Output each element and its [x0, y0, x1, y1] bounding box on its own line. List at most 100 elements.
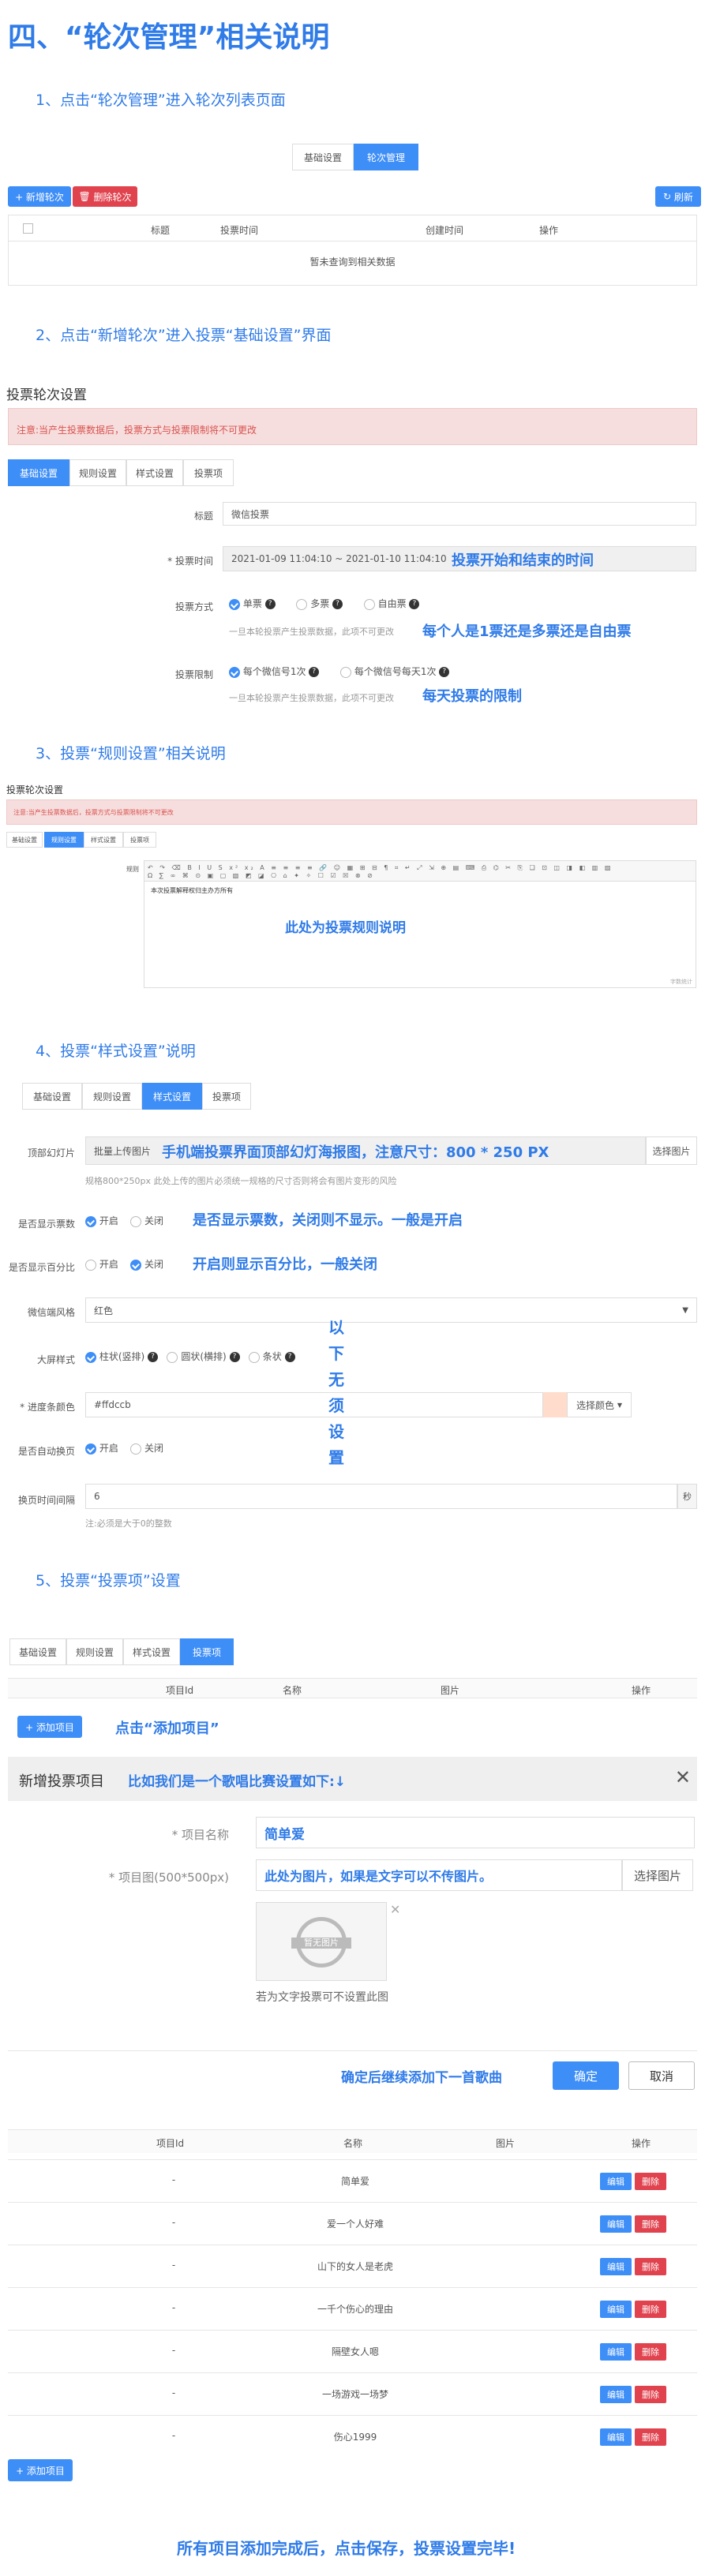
item-id: - [171, 2345, 176, 2356]
settings-title: 投票轮次设置 [6, 784, 64, 796]
interval-label: 换页时间间隔 [17, 1495, 75, 1506]
tab-rounds[interactable]: 轮次管理 [354, 144, 418, 170]
radio-on[interactable] [85, 1443, 96, 1455]
radio-once[interactable] [229, 666, 240, 678]
item-image-input[interactable]: 此处为图片，如果是文字可以不传图片。 [256, 1859, 622, 1891]
bar-color-label: * 进度条颜色 [20, 1402, 75, 1413]
tab-items[interactable]: 投票项 [202, 1083, 251, 1110]
delete-button[interactable]: 删除 [635, 2386, 666, 2403]
tab-basic[interactable]: 基础设置 [8, 459, 69, 486]
tab-items[interactable]: 投票项 [180, 1638, 234, 1665]
radio-daily[interactable] [340, 666, 351, 678]
remove-image-icon[interactable]: ✕ [390, 1902, 400, 1917]
radio-off[interactable] [130, 1259, 142, 1271]
radio-on[interactable] [85, 1259, 96, 1271]
editor-toolbar[interactable]: ↶ ↷ ⌫ B I U S x² x₂ A ≡ ≡ ≡ ≡ 🔗 ☺ ▦ ⊞ ⊟ … [144, 861, 696, 882]
mode-options: 单票 ? 多票 ? 自由票 ? [229, 597, 420, 610]
item-image-label: * 项目图(500*500px) [108, 1870, 229, 1885]
refresh-button[interactable]: ↻ 刷新 [655, 186, 701, 207]
delete-button[interactable]: 删除 [635, 2258, 666, 2275]
radio-single[interactable] [229, 598, 240, 610]
edit-button[interactable]: 编辑 [600, 2343, 632, 2361]
tab-style[interactable]: 样式设置 [126, 459, 183, 486]
tab-rules[interactable]: 规则设置 [44, 832, 84, 848]
option-label: 条状 [262, 1351, 282, 1362]
select-color-label: 选择颜色 [576, 1399, 615, 1411]
select-image-button[interactable]: 选择图片 [622, 1859, 693, 1891]
title-input[interactable]: 微信投票 [223, 502, 696, 526]
limit-hint: 一旦本轮投票产生投票数据，此项不可更改 [229, 693, 394, 703]
confirm-button[interactable]: 确定 [553, 2061, 619, 2090]
edit-button[interactable]: 编辑 [600, 2173, 632, 2190]
tab-items[interactable]: 投票项 [183, 459, 234, 486]
title-label: 标题 [193, 511, 213, 522]
delete-button[interactable]: 删除 [635, 2301, 666, 2318]
column-header: 创建时间 [426, 225, 464, 236]
tab-basic[interactable]: 基础设置 [292, 144, 354, 170]
color-swatch[interactable] [543, 1392, 567, 1417]
radio-on[interactable] [85, 1215, 96, 1227]
radio-multi[interactable] [296, 598, 308, 610]
caret-down-icon: ▼ [617, 1401, 622, 1409]
radio-free[interactable] [363, 598, 375, 610]
delete-button[interactable]: 删除 [635, 2428, 666, 2446]
tab-style[interactable]: 样式设置 [142, 1083, 202, 1110]
rules-label: 规则 [126, 866, 139, 873]
interval-unit: 秒 [677, 1484, 697, 1509]
bar-color-input[interactable]: #ffdccb [85, 1392, 543, 1417]
radio-bar[interactable] [85, 1351, 96, 1363]
close-icon[interactable]: ✕ [675, 1766, 691, 1788]
edit-button[interactable]: 编辑 [600, 2258, 632, 2275]
no-image-text: 暂无图片 [291, 1938, 351, 1949]
interval-input[interactable]: 6 [85, 1484, 677, 1509]
mode-annotation: 每个人是1票还是多票还是自由票 [422, 623, 632, 640]
delete-round-button[interactable]: 🗑 删除轮次 [73, 186, 137, 207]
cancel-button[interactable]: 取消 [628, 2061, 695, 2090]
item-name-input[interactable]: 简单爱 [256, 1817, 695, 1848]
select-image-button[interactable]: 选择图片 [646, 1136, 697, 1165]
edit-button[interactable]: 编辑 [600, 2428, 632, 2446]
edit-button[interactable]: 编辑 [600, 2215, 632, 2233]
tab-style[interactable]: 样式设置 [123, 1638, 180, 1665]
add-item-button[interactable]: + 添加项目 [8, 2459, 73, 2481]
item-name: 一场游戏一场梦 [321, 2389, 388, 2400]
delete-round-label: 删除轮次 [93, 191, 132, 203]
edit-button[interactable]: 编辑 [600, 2386, 632, 2403]
add-item-button[interactable]: + 添加项目 [17, 1716, 82, 1738]
tab-basic[interactable]: 基础设置 [9, 1638, 66, 1665]
delete-button[interactable]: 删除 [635, 2173, 666, 2190]
radio-off[interactable] [130, 1215, 142, 1227]
radio-strip[interactable] [248, 1351, 260, 1363]
tab-style[interactable]: 样式设置 [84, 832, 123, 848]
item-name: 爱一个人好难 [326, 2218, 384, 2230]
slider-image-label: 顶部幻灯片 [27, 1148, 75, 1159]
edit-button[interactable]: 编辑 [600, 2301, 632, 2318]
tab-basic[interactable]: 基础设置 [6, 832, 43, 848]
radio-circle[interactable] [167, 1351, 178, 1363]
option-label: 每个微信号每天1次 [354, 666, 437, 677]
tab-rules[interactable]: 规则设置 [69, 459, 126, 486]
add-round-button[interactable]: + 新增轮次 [8, 186, 71, 207]
tab-rules[interactable]: 规则设置 [82, 1083, 142, 1110]
warning-banner: 注意:当产生投票数据后，投票方式与投票限制将不可更改 [6, 799, 697, 825]
select-all-checkbox[interactable] [23, 223, 33, 234]
tab-rules[interactable]: 规则设置 [66, 1638, 123, 1665]
tab-basic[interactable]: 基础设置 [22, 1083, 82, 1110]
settings-title: 投票轮次设置 [6, 388, 87, 403]
final-annotation: 所有项目添加完成后，点击保存，投票设置完毕! [177, 2539, 516, 2558]
tab-items[interactable]: 投票项 [123, 832, 156, 848]
theme-select[interactable]: 红色 ▼ [85, 1297, 697, 1323]
option-label: 开启 [99, 1215, 118, 1226]
delete-button[interactable]: 删除 [635, 2343, 666, 2361]
column-header: 标题 [151, 225, 171, 236]
limit-label: 投票限制 [174, 669, 213, 680]
section-4-heading: 4、投票“样式设置”说明 [36, 1043, 196, 1060]
select-color-button[interactable]: 选择颜色 ▼ [567, 1392, 632, 1417]
delete-button[interactable]: 删除 [635, 2215, 666, 2233]
radio-off[interactable] [130, 1443, 142, 1455]
rules-editor[interactable]: ↶ ↷ ⌫ B I U S x² x₂ A ≡ ≡ ≡ ≡ 🔗 ☺ ▦ ⊞ ⊟ … [144, 860, 696, 988]
help-icon: ? [229, 1352, 240, 1362]
refresh-label: 刷新 [673, 191, 693, 203]
help-icon: ? [264, 599, 276, 609]
auto-flip-label: 是否自动换页 [17, 1446, 75, 1457]
